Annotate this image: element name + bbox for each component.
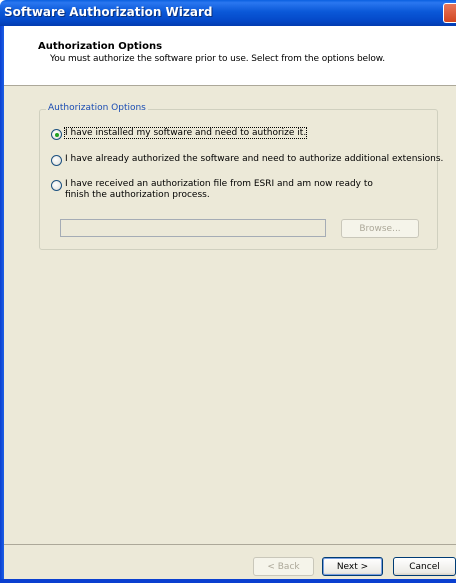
authorization-file-path-input[interactable] [60, 219, 326, 237]
back-button-label: < Back [267, 561, 300, 572]
group-legend: Authorization Options [46, 103, 148, 113]
title-bar[interactable]: Software Authorization Wizard [0, 0, 456, 26]
wizard-window: Software Authorization Wizard Authorizat… [0, 0, 456, 583]
option-authorization-file-label[interactable]: I have received an authorization file fr… [65, 179, 395, 201]
wizard-header: Authorization Options You must authorize… [4, 26, 456, 86]
window-title: Software Authorization Wizard [4, 5, 213, 19]
browse-button[interactable]: Browse... [341, 219, 419, 238]
page-title: Authorization Options [38, 41, 163, 52]
option-install-authorize-label[interactable]: I have installed my software and need to… [63, 127, 308, 139]
radio-additional-extensions[interactable] [51, 155, 62, 166]
page-subtitle: You must authorize the software prior to… [50, 54, 385, 64]
back-button[interactable]: < Back [253, 557, 314, 576]
radio-authorization-file[interactable] [51, 180, 62, 191]
cancel-button[interactable]: Cancel [393, 557, 456, 576]
close-icon[interactable] [443, 3, 456, 23]
next-button[interactable]: Next > [322, 557, 383, 576]
cancel-button-label: Cancel [409, 561, 440, 572]
radio-install-authorize[interactable] [51, 129, 62, 140]
window-frame-bottom [0, 579, 456, 583]
authorization-options-group: Authorization Options I have installed m… [39, 103, 443, 250]
wizard-content: Authorization Options I have installed m… [4, 86, 456, 544]
next-button-label: Next > [336, 561, 369, 572]
option-additional-extensions-label[interactable]: I have already authorized the software a… [65, 154, 443, 164]
wizard-footer: < Back Next > Cancel [4, 544, 456, 579]
